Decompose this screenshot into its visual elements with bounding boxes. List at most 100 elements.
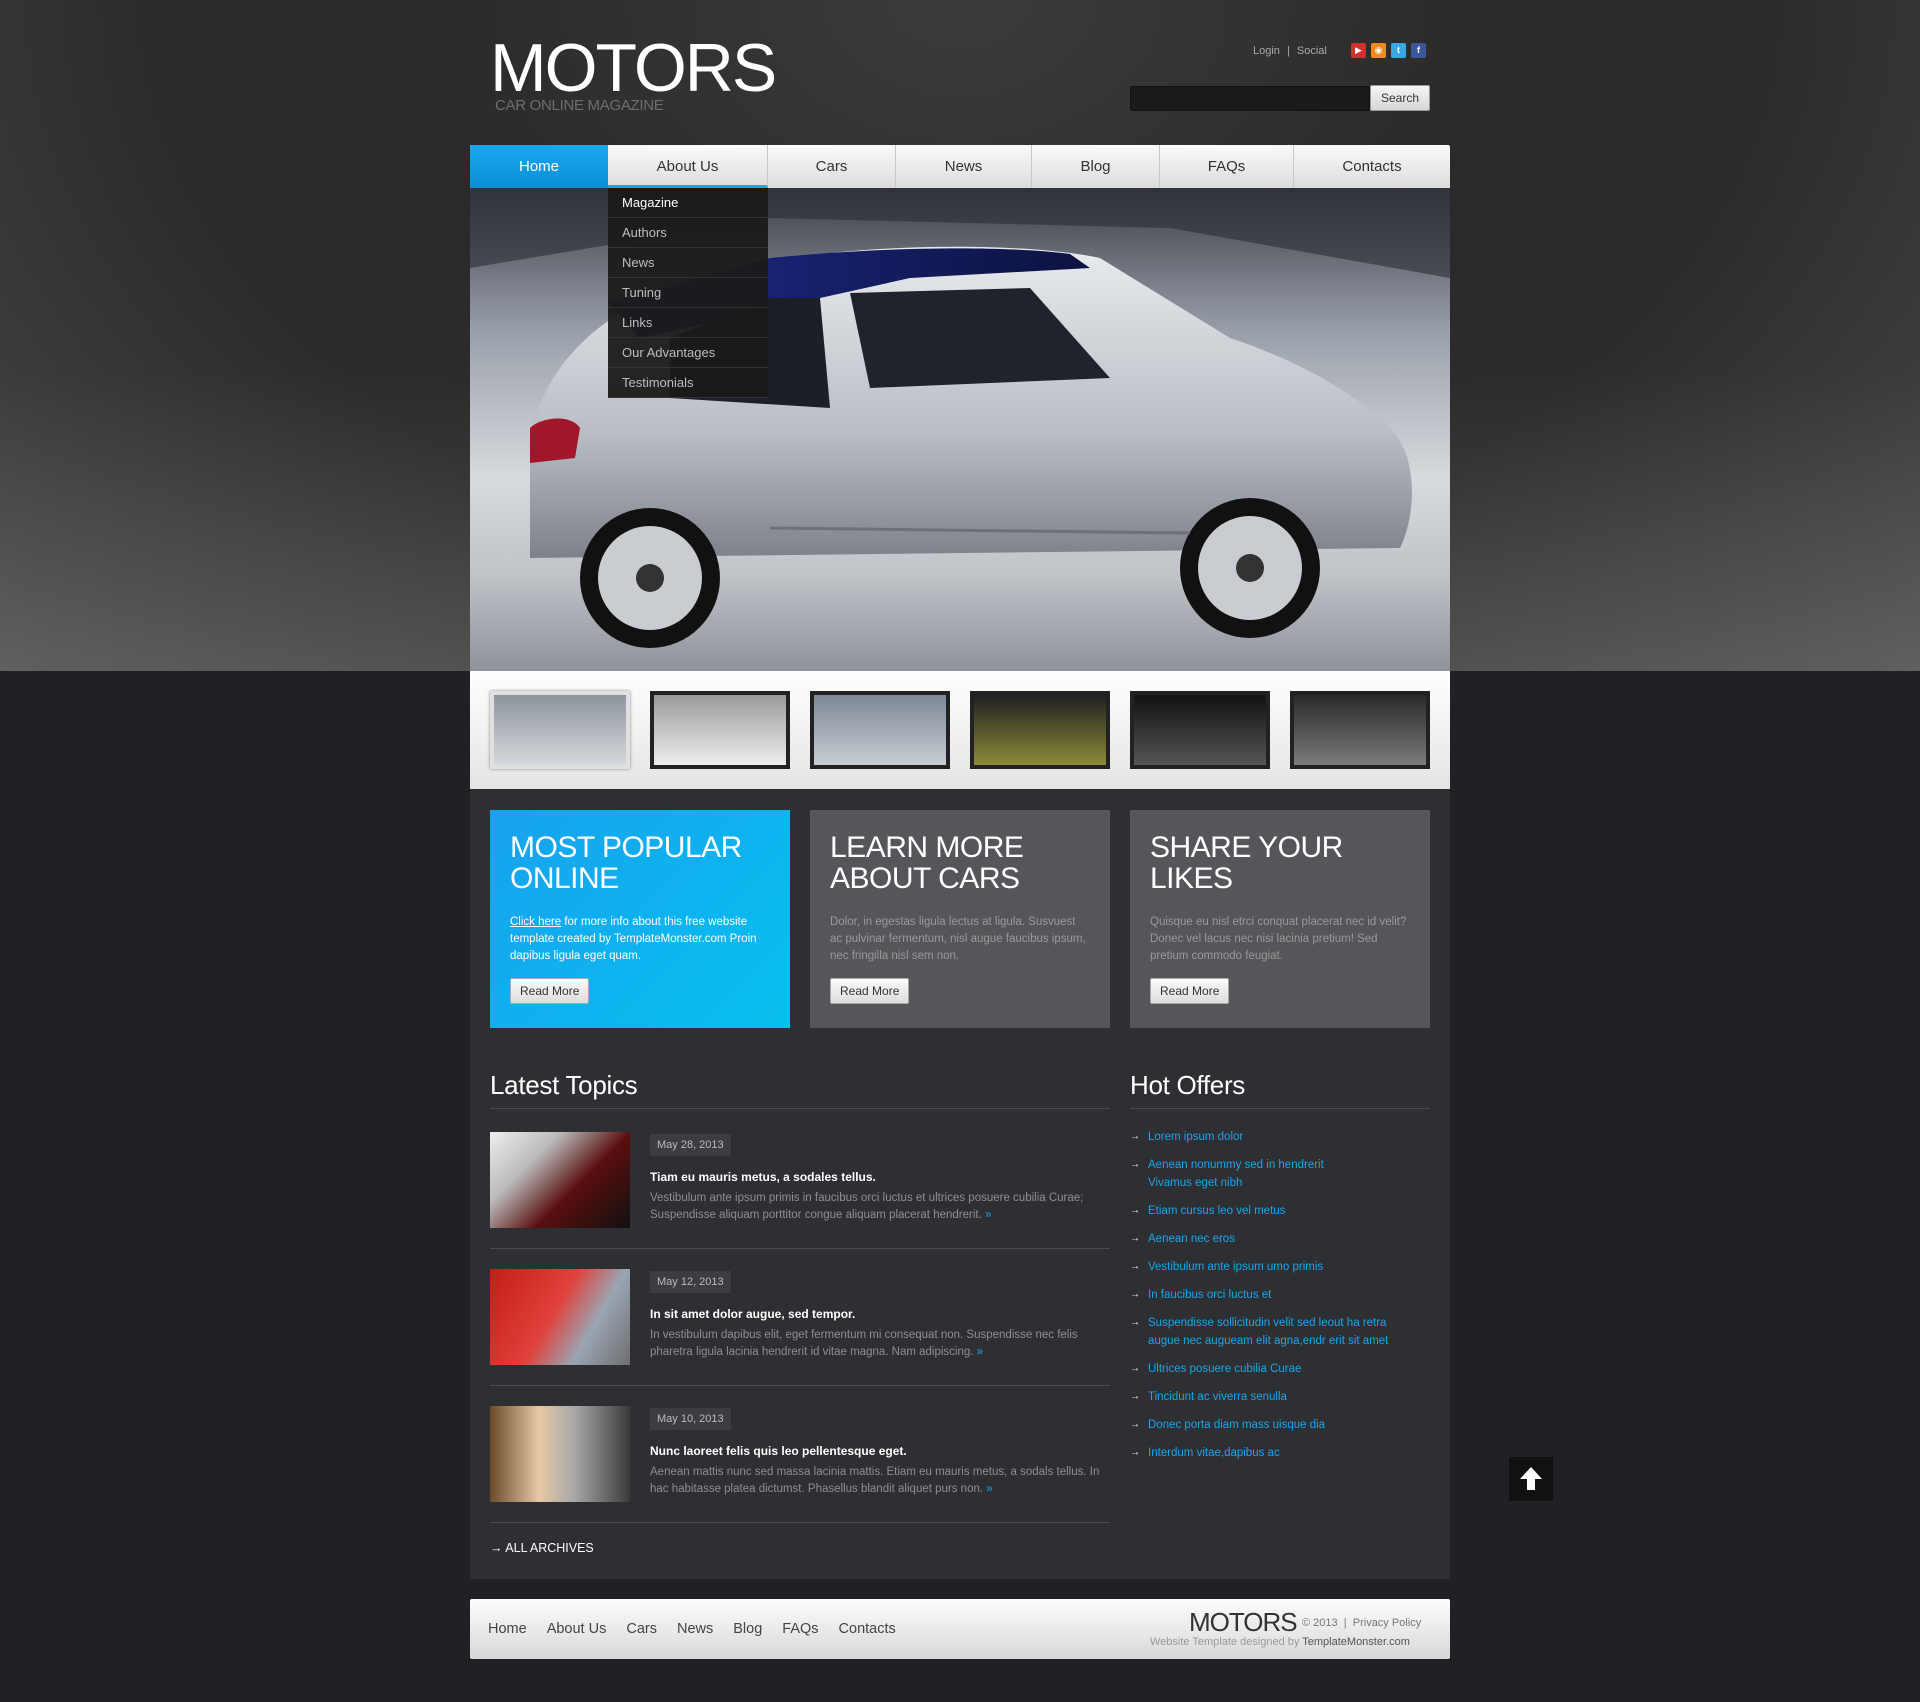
footer-copyright: © 2013 | Privacy Policy: [1302, 1617, 1422, 1629]
list-item: May 28, 2013 Tiam eu mauris metus, a sod…: [490, 1132, 1110, 1250]
dropdown-item-links[interactable]: Links: [608, 308, 768, 338]
footer-nav-contacts[interactable]: Contacts: [839, 1621, 896, 1637]
nav-about-us[interactable]: About Us: [608, 145, 768, 188]
topic-heading[interactable]: Nunc laoreet felis quis leo pellentesque…: [650, 1444, 907, 1458]
footer: Home About Us Cars News Blog FAQs Contac…: [470, 1599, 1450, 1659]
top-links: Login | Social: [1251, 45, 1329, 57]
offer-link[interactable]: Vestibulum ante ipsum umo primis: [1130, 1258, 1430, 1276]
divider: [490, 1108, 1110, 1109]
click-here-link[interactable]: Click here: [510, 916, 561, 928]
dropdown-item-authors[interactable]: Authors: [608, 218, 768, 248]
feature-box-text: Click here for more info about this free…: [510, 916, 757, 962]
about-us-dropdown: Magazine Authors News Tuning Links Our A…: [608, 188, 768, 398]
all-archives-link[interactable]: → ALL ARCHIVES: [490, 1541, 594, 1555]
divider: [490, 1385, 1110, 1386]
social-icons: ▶ ◉ t f: [1351, 43, 1426, 58]
page-wrapper: MOTORS CAR ONLINE MAGAZINE Login | Socia…: [470, 0, 1450, 1702]
thumbnail-1[interactable]: [490, 691, 630, 769]
rss-icon[interactable]: ◉: [1371, 43, 1386, 58]
main-nav: Home About Us Cars News Blog FAQs Contac…: [470, 145, 1450, 188]
nav-cars[interactable]: Cars: [768, 145, 896, 188]
thumbnail-strip: [470, 671, 1450, 789]
nav-news[interactable]: News: [896, 145, 1032, 188]
offer-link[interactable]: Etiam cursus leo vel metus: [1130, 1202, 1430, 1220]
more-arrow-icon[interactable]: »: [977, 1346, 983, 1358]
thumbnail-2[interactable]: [650, 691, 790, 769]
twitter-icon[interactable]: t: [1391, 43, 1406, 58]
offer-link[interactable]: Aenean nec eros: [1130, 1230, 1430, 1248]
thumbnail-3[interactable]: [810, 691, 950, 769]
search-input[interactable]: [1130, 86, 1370, 111]
list-item: May 10, 2013 Nunc laoreet felis quis leo…: [490, 1406, 1110, 1524]
feature-box-title: MOST POPULAR ONLINE: [510, 831, 742, 895]
offer-link[interactable]: In faucibus orci luctus et: [1130, 1286, 1430, 1304]
site-tagline: CAR ONLINE MAGAZINE: [495, 97, 664, 114]
topic-text: Vestibulum ante ipsum primis in faucibus…: [650, 1192, 1084, 1221]
feature-box-share: SHARE YOUR LIKES Quisque eu nisl etrci co…: [1130, 810, 1430, 1028]
offer-link[interactable]: Interdum vitae,dapibus ac: [1130, 1444, 1430, 1462]
offer-link[interactable]: Donec porta diam mass uisque dia: [1130, 1416, 1430, 1434]
thumbnail-4[interactable]: [970, 691, 1110, 769]
search-button[interactable]: Search: [1370, 85, 1430, 111]
feature-box-title: SHARE YOUR LIKES: [1150, 831, 1343, 895]
offer-link[interactable]: Lorem ipsum dolor: [1130, 1128, 1430, 1146]
divider: [1130, 1108, 1430, 1109]
arrow-up-icon: [1520, 1467, 1542, 1490]
divider: [490, 1522, 1110, 1523]
dropdown-item-tuning[interactable]: Tuning: [608, 278, 768, 308]
scroll-to-top-button[interactable]: [1509, 1457, 1553, 1501]
footer-nav-home[interactable]: Home: [488, 1621, 527, 1637]
topic-date: May 12, 2013: [650, 1271, 731, 1293]
feature-box-popular: MOST POPULAR ONLINE Click here for more i…: [490, 810, 790, 1028]
topic-heading[interactable]: In sit amet dolor augue, sed tempor.: [650, 1307, 855, 1321]
facebook-icon[interactable]: f: [1411, 43, 1426, 58]
site-logo[interactable]: MOTORS: [490, 34, 777, 102]
offer-link[interactable]: Suspendisse sollicitudin velit sed leout…: [1130, 1314, 1395, 1350]
dropdown-item-our-advantages[interactable]: Our Advantages: [608, 338, 768, 368]
social-link[interactable]: Social: [1297, 45, 1327, 57]
topic-image[interactable]: [490, 1269, 630, 1365]
footer-logo: MOTORS: [1189, 1607, 1298, 1637]
divider: [490, 1248, 1110, 1249]
read-more-button[interactable]: Read More: [510, 978, 590, 1004]
offer-link[interactable]: Ultrices posuere cubilia Curae: [1130, 1360, 1430, 1378]
hot-offers-list: Lorem ipsum dolor Aenean nonummy sed in …: [1130, 1128, 1430, 1472]
more-arrow-icon[interactable]: »: [985, 1209, 991, 1221]
footer-nav-blog[interactable]: Blog: [733, 1621, 762, 1637]
topic-image[interactable]: [490, 1406, 630, 1502]
privacy-policy-link[interactable]: Privacy Policy: [1353, 1617, 1421, 1629]
footer-nav: Home About Us Cars News Blog FAQs Contac…: [488, 1621, 896, 1637]
footer-nav-cars[interactable]: Cars: [626, 1621, 657, 1637]
dropdown-item-magazine[interactable]: Magazine: [608, 188, 768, 218]
offer-link[interactable]: Aenean nonummy sed in hendrerit Vivamus …: [1130, 1156, 1360, 1192]
footer-nav-news[interactable]: News: [677, 1621, 713, 1637]
thumbnail-6[interactable]: [1290, 691, 1430, 769]
youtube-icon[interactable]: ▶: [1351, 43, 1366, 58]
feature-box-title: LEARN MORE ABOUT CARS: [830, 831, 1024, 895]
read-more-button[interactable]: Read More: [1150, 978, 1230, 1004]
topic-date: May 28, 2013: [650, 1134, 731, 1156]
feature-box-text: Quisque eu nisl etrci conquat placerat n…: [1150, 916, 1407, 962]
login-link[interactable]: Login: [1253, 45, 1280, 57]
topic-image[interactable]: [490, 1132, 630, 1228]
footer-designed-by: Website Template designed by TemplateMon…: [1150, 1636, 1410, 1648]
read-more-button[interactable]: Read More: [830, 978, 910, 1004]
topic-text: Aenean mattis nunc sed massa lacinia mat…: [650, 1466, 1100, 1495]
footer-nav-about-us[interactable]: About Us: [547, 1621, 607, 1637]
more-arrow-icon[interactable]: »: [986, 1483, 992, 1495]
templatemonster-link[interactable]: TemplateMonster.com: [1302, 1636, 1410, 1648]
hot-offers-title: Hot Offers: [1130, 1070, 1246, 1100]
topic-heading[interactable]: Tiam eu mauris metus, a sodales tellus.: [650, 1170, 876, 1184]
thumbnail-5[interactable]: [1130, 691, 1270, 769]
content-panel: MOST POPULAR ONLINE Click here for more i…: [470, 789, 1450, 1579]
dropdown-item-news[interactable]: News: [608, 248, 768, 278]
footer-nav-faqs[interactable]: FAQs: [782, 1621, 818, 1637]
offer-link[interactable]: Tincidunt ac viverra senulla: [1130, 1388, 1430, 1406]
dropdown-item-testimonials[interactable]: Testimonials: [608, 368, 768, 398]
nav-home[interactable]: Home: [470, 145, 608, 188]
nav-faqs[interactable]: FAQs: [1160, 145, 1294, 188]
nav-blog[interactable]: Blog: [1032, 145, 1160, 188]
list-item: May 12, 2013 In sit amet dolor augue, se…: [490, 1269, 1110, 1387]
nav-contacts[interactable]: Contacts: [1294, 145, 1450, 188]
topic-text: In vestibulum dapibus elit, eget ferment…: [650, 1329, 1078, 1358]
